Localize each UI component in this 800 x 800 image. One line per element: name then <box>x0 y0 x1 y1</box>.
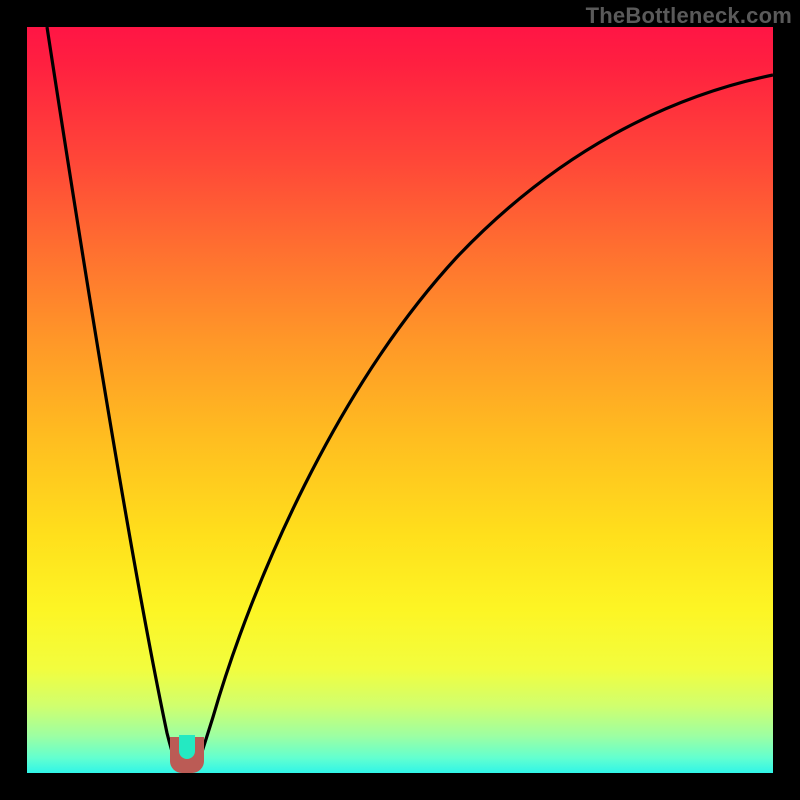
left-curve <box>47 27 177 767</box>
bottleneck-marker <box>170 737 204 773</box>
bottleneck-curves <box>27 27 773 773</box>
attribution-text: TheBottleneck.com <box>586 3 792 29</box>
chart-plot-area <box>27 27 773 773</box>
right-curve <box>197 75 773 767</box>
